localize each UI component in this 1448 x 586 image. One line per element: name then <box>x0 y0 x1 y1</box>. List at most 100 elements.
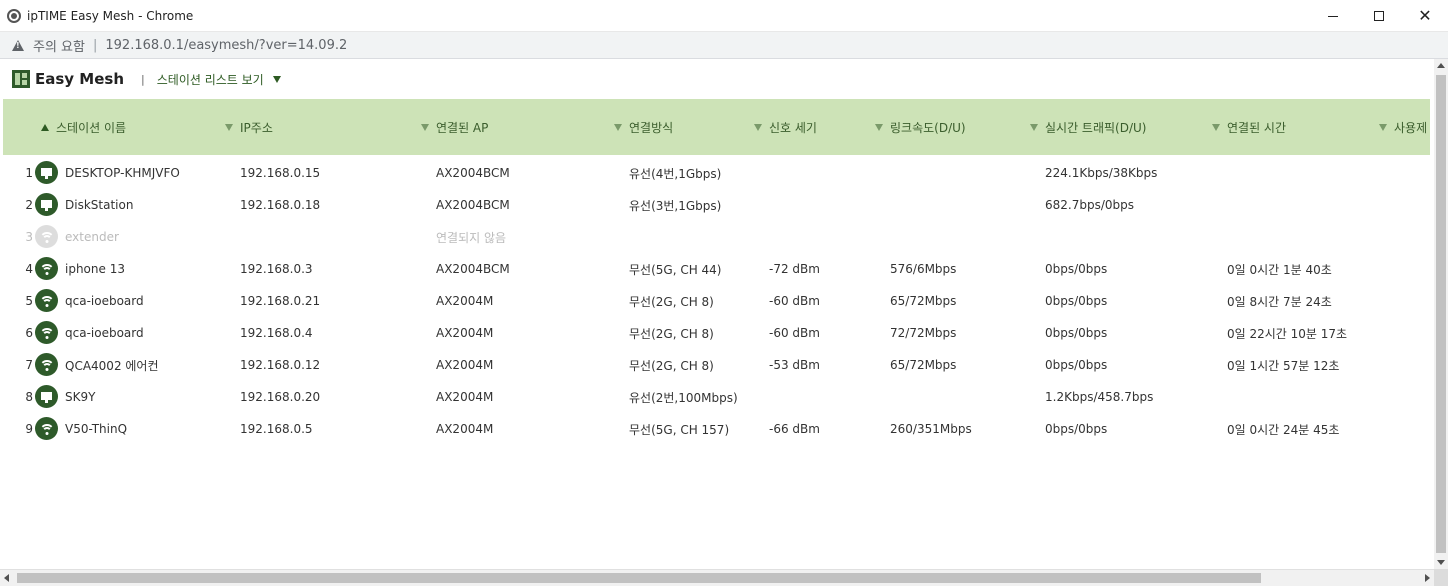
signal-strength: -60 dBm <box>769 294 820 308</box>
column-header[interactable]: 사용제 <box>1379 99 1427 155</box>
table-row[interactable]: 7 QCA4002 에어컨 192.168.0.12 AX2004M 무선(2G, CH… <box>3 349 1430 381</box>
ip-address: 192.168.0.3 <box>240 262 313 276</box>
close-icon: ✕ <box>1418 6 1432 25</box>
ip-address: 192.168.0.12 <box>240 358 321 372</box>
station-list-view-menu[interactable]: 스테이션 리스트 보기 <box>157 71 281 88</box>
table-row[interactable]: 9 V50-ThinQ 192.168.0.5 AX2004M 무선(5G, CH 15… <box>3 413 1430 445</box>
vertical-scroll-thumb[interactable] <box>1436 75 1446 553</box>
link-speed: 260/351Mbps <box>890 422 972 436</box>
scrollbar-corner <box>1434 569 1448 586</box>
signal-strength: -72 dBm <box>769 262 820 276</box>
table-row[interactable]: 4 iphone 13 192.168.0.3 AX2004BCM 무선(5G, CH … <box>3 253 1430 285</box>
table-row[interactable]: 6 qca-ioeboard 192.168.0.4 AX2004M 무선(2G, CH… <box>3 317 1430 349</box>
table-row[interactable]: 5 qca-ioeboard 192.168.0.21 AX2004M 무선(2G, C… <box>3 285 1430 317</box>
table-row[interactable]: 3 extender 연결되지 않음 <box>3 221 1430 253</box>
security-status[interactable]: 주의 요함 <box>33 36 85 55</box>
signal-strength: -60 dBm <box>769 326 820 340</box>
row-number: 3 <box>25 230 33 244</box>
connection-type: 무선(2G, CH 8) <box>629 294 714 309</box>
wifi-icon <box>35 257 58 280</box>
station-table: 스테이션 이름 IP주소 연결된 AP 연결방식 신호 세기 링크속도(D/U) 실시간 트… <box>3 99 1430 566</box>
url-text[interactable]: 192.168.0.1/easymesh/?ver=14.09.2 <box>105 38 347 53</box>
address-separator: | <box>92 37 98 53</box>
row-number: 8 <box>25 390 33 404</box>
column-header-label: 신호 세기 <box>769 120 817 135</box>
realtime-traffic: 0bps/0bps <box>1045 294 1108 308</box>
window-controls: ✕ <box>1310 0 1448 32</box>
connected-time: 0일 8시간 7분 24초 <box>1227 294 1332 309</box>
link-speed: 576/6Mbps <box>890 262 957 276</box>
column-header-label: 연결방식 <box>629 120 674 135</box>
column-header[interactable]: 연결방식 <box>614 99 673 155</box>
scroll-left-arrow-icon[interactable] <box>4 574 9 582</box>
column-header[interactable]: 스테이션 이름 <box>41 99 126 155</box>
ip-address: 192.168.0.21 <box>240 294 321 308</box>
column-header[interactable]: 실시간 트래픽(D/U) <box>1030 99 1147 155</box>
table-row[interactable]: 2 DiskStation 192.168.0.18 AX2004BCM 유선(3번,1… <box>3 189 1430 221</box>
desktop-icon <box>35 385 58 408</box>
sort-dropdown-icon <box>421 123 429 131</box>
realtime-traffic: 0bps/0bps <box>1045 262 1108 276</box>
station-name: QCA4002 에어컨 <box>65 358 159 373</box>
connected-ap: AX2004BCM <box>436 198 510 212</box>
warning-icon[interactable] <box>12 39 24 51</box>
sort-dropdown-icon <box>1030 123 1038 131</box>
table-header: 스테이션 이름 IP주소 연결된 AP 연결방식 신호 세기 링크속도(D/U) 실시간 트… <box>3 99 1430 155</box>
station-name: extender <box>65 230 119 244</box>
row-number: 1 <box>25 166 33 180</box>
connected-time: 0일 0시간 1분 40초 <box>1227 262 1332 277</box>
minimize-icon <box>1328 15 1338 17</box>
column-header[interactable]: 링크속도(D/U) <box>875 99 966 155</box>
connected-ap: AX2004M <box>436 390 494 404</box>
address-bar[interactable]: 주의 요함 | 192.168.0.1/easymesh/?ver=14.09.… <box>0 32 1448 59</box>
table-row[interactable]: 8 SK9Y 192.168.0.20 AX2004M 유선(2번,100Mbps) 1.… <box>3 381 1430 413</box>
scroll-down-arrow-icon[interactable] <box>1437 560 1445 565</box>
sort-dropdown-icon <box>754 123 762 131</box>
row-number: 7 <box>25 358 33 372</box>
scroll-up-arrow-icon[interactable] <box>1437 63 1445 68</box>
column-header-label: 사용제 <box>1394 120 1428 135</box>
column-header[interactable]: IP주소 <box>225 99 273 155</box>
column-header-label: 스테이션 이름 <box>56 120 127 135</box>
connection-type: 유선(2번,100Mbps) <box>629 390 738 405</box>
desktop-icon <box>35 193 58 216</box>
station-name: V50-ThinQ <box>65 422 128 436</box>
sort-dropdown-icon <box>614 123 622 131</box>
desktop-icon <box>35 161 58 184</box>
sort-dropdown-icon <box>225 123 233 131</box>
row-number: 6 <box>25 326 33 340</box>
link-speed: 72/72Mbps <box>890 326 957 340</box>
connection-type: 유선(3번,1Gbps) <box>629 198 722 213</box>
ip-address: 192.168.0.18 <box>240 198 321 212</box>
column-header-label: 연결된 시간 <box>1227 120 1287 135</box>
column-header[interactable]: 신호 세기 <box>754 99 817 155</box>
realtime-traffic: 1.2Kbps/458.7bps <box>1045 390 1154 404</box>
connected-ap: 연결되지 않음 <box>436 230 507 245</box>
connection-type: 유선(4번,1Gbps) <box>629 166 722 181</box>
wifi-icon <box>35 289 58 312</box>
link-speed: 65/72Mbps <box>890 358 957 372</box>
signal-strength: -53 dBm <box>769 358 820 372</box>
table-row[interactable]: 1 DESKTOP-KHMJVFO 192.168.0.15 AX2004BCM 유선(… <box>3 157 1430 189</box>
connected-ap: AX2004M <box>436 358 494 372</box>
maximize-button[interactable] <box>1356 0 1402 32</box>
ip-address: 192.168.0.5 <box>240 422 313 436</box>
column-header[interactable]: 연결된 AP <box>421 99 488 155</box>
realtime-traffic: 0bps/0bps <box>1045 326 1108 340</box>
connected-time: 0일 0시간 24분 45초 <box>1227 422 1340 437</box>
close-button[interactable]: ✕ <box>1402 0 1448 32</box>
sort-ascending-icon <box>41 123 49 131</box>
wifi-icon <box>35 353 58 376</box>
horizontal-scroll-thumb[interactable] <box>17 573 1261 583</box>
connected-ap: AX2004M <box>436 294 494 308</box>
scroll-right-arrow-icon[interactable] <box>1425 574 1430 582</box>
connected-ap: AX2004M <box>436 422 494 436</box>
vertical-scrollbar[interactable] <box>1434 59 1448 569</box>
column-header[interactable]: 연결된 시간 <box>1212 99 1286 155</box>
station-name: qca-ioeboard <box>65 326 144 340</box>
ip-address: 192.168.0.4 <box>240 326 313 340</box>
minimize-button[interactable] <box>1310 0 1356 32</box>
horizontal-scrollbar[interactable] <box>0 569 1434 586</box>
column-header-label: 실시간 트래픽(D/U) <box>1045 120 1147 135</box>
realtime-traffic: 0bps/0bps <box>1045 422 1108 436</box>
